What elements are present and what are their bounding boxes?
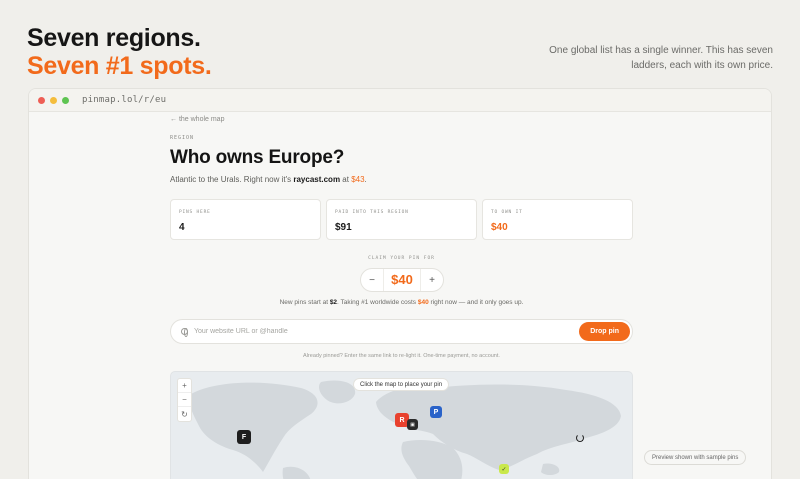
stat-card-own: TO OWN IT $40 xyxy=(482,199,633,240)
region-eyebrow: REGION xyxy=(170,135,195,141)
url-input[interactable] xyxy=(194,328,564,335)
claim-price: $40 xyxy=(383,269,421,291)
zoom-out-button[interactable]: − xyxy=(178,393,191,407)
minimize-dot-icon[interactable] xyxy=(50,96,57,104)
fine-part: New pins start at xyxy=(279,299,330,306)
price-stepper: − $40 + xyxy=(360,268,444,292)
zoom-in-button[interactable]: + xyxy=(178,379,191,393)
desc-mid: at xyxy=(340,175,352,184)
stat-value: $40 xyxy=(491,222,508,233)
stats-row: PINS HERE 4 PAID INTO THIS REGION $91 TO… xyxy=(170,199,633,240)
decrease-button[interactable]: − xyxy=(361,269,383,291)
pin-form: Drop pin xyxy=(170,319,633,344)
current-price: $43 xyxy=(351,175,365,184)
hero-title-line-2: Seven #1 spots. xyxy=(27,52,212,80)
zoom-controls: + − ↻ xyxy=(177,378,192,422)
current-owner: raycast.com xyxy=(293,175,341,184)
claim-label: CLAIM YOUR PIN FOR xyxy=(368,256,435,261)
stat-label: TO OWN IT xyxy=(491,210,523,215)
preview-badge: Preview shown with sample pins xyxy=(644,450,747,465)
top-cost: $40 xyxy=(417,299,429,306)
increase-button[interactable]: + xyxy=(421,269,443,291)
loading-spinner-icon xyxy=(576,434,584,442)
window-titlebar: pinmap.lol/r/eu xyxy=(29,89,771,112)
drop-pin-button[interactable]: Drop pin xyxy=(579,322,630,341)
figma-pin[interactable]: F xyxy=(237,430,251,444)
stat-label: PINS HERE xyxy=(179,210,211,215)
pricing-fine-print: New pins start at $2. Taking #1 worldwid… xyxy=(170,299,633,306)
stat-label: PAID INTO THIS REGION xyxy=(335,210,409,215)
map-tooltip: Click the map to place your pin xyxy=(353,378,450,391)
back-link[interactable]: ← the whole map xyxy=(170,116,224,123)
maximize-dot-icon[interactable] xyxy=(62,96,69,104)
stat-card-pins: PINS HERE 4 xyxy=(170,199,321,240)
page-title: Who owns Europe? xyxy=(170,147,345,168)
start-price: $2 xyxy=(329,299,338,306)
fine-part: . Taking #1 worldwide costs xyxy=(337,299,418,306)
close-dot-icon[interactable] xyxy=(38,96,45,104)
address-bar[interactable]: pinmap.lol/r/eu xyxy=(82,95,166,105)
browser-window: pinmap.lol/r/eu ← the whole map REGION W… xyxy=(28,88,772,479)
fine-part: right now — and it only goes up. xyxy=(428,299,524,306)
stat-value: $91 xyxy=(335,222,352,233)
globe-icon xyxy=(181,328,188,337)
re-light-hint: Already pinned? Enter the same link to r… xyxy=(303,353,500,359)
hero-title-line-1: Seven regions. xyxy=(27,24,201,52)
sample-pin-green[interactable]: ✓ xyxy=(499,464,509,474)
stat-card-paid: PAID INTO THIS REGION $91 xyxy=(326,199,477,240)
desc-prefix: Atlantic to the Urals. Right now it's xyxy=(170,175,294,184)
hero-subtitle: One global list has a single winner. Thi… xyxy=(549,45,773,71)
region-description: Atlantic to the Urals. Right now it's ra… xyxy=(170,175,367,184)
desc-suffix: . xyxy=(364,175,367,184)
world-map[interactable]: + − ↻ Click the map to place your pin F … xyxy=(170,371,633,479)
hero-title: Seven regions. Seven #1 spots. xyxy=(27,24,212,80)
sample-pin-dark[interactable]: ▣ xyxy=(407,419,418,430)
paypal-pin[interactable]: P xyxy=(430,406,442,418)
reset-view-button[interactable]: ↻ xyxy=(178,407,191,421)
stat-value: 4 xyxy=(179,222,185,233)
